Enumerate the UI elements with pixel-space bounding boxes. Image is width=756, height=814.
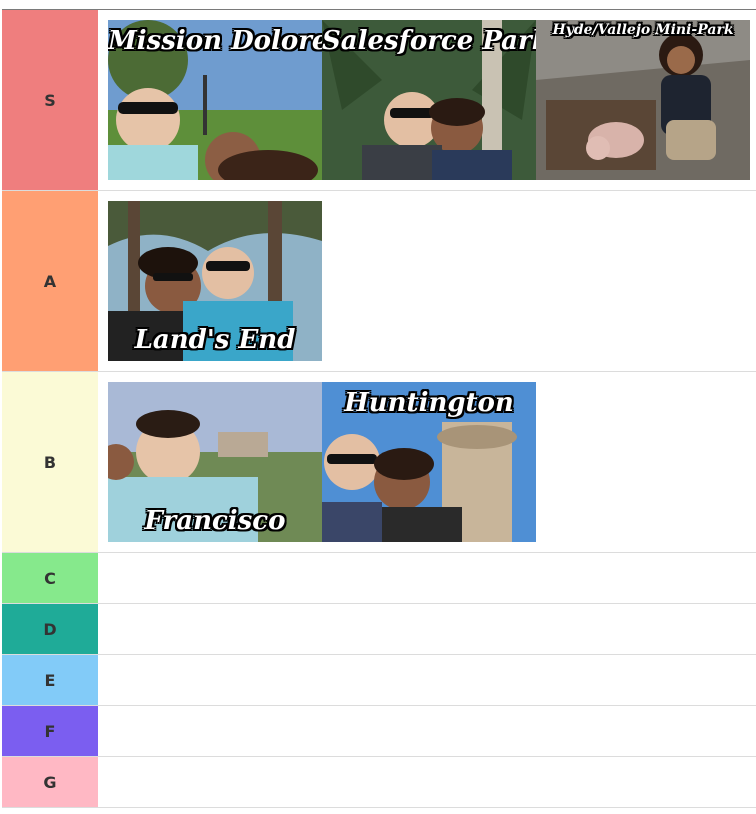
- tier-label-g[interactable]: G: [2, 757, 108, 807]
- tier-label-b[interactable]: B: [2, 372, 108, 552]
- tier-item-caption: Hyde/Vallejo Mini-Park: [552, 22, 734, 38]
- tier-row-g: G: [2, 757, 756, 808]
- tier-label-text: E: [44, 670, 56, 690]
- tier-items-e[interactable]: [108, 655, 756, 705]
- tier-label-text: B: [43, 452, 57, 472]
- tier-item-caption: Mission Dolores: [108, 26, 322, 56]
- tier-item-caption: Salesforce Park: [322, 26, 536, 56]
- tier-item-hyde-vallejo-mini-park[interactable]: Hyde/Vallejo Mini-Park: [536, 20, 750, 180]
- tier-item-mission-dolores[interactable]: Mission Dolores: [108, 20, 322, 180]
- tier-label-a[interactable]: A: [2, 191, 108, 371]
- tier-list: S Mission Dolores Salesforce Park Hyde/V…: [2, 9, 756, 808]
- tier-items-c[interactable]: [108, 553, 756, 603]
- tier-label-text: C: [44, 568, 56, 588]
- tier-row-s: S Mission Dolores Salesforce Park Hyde/V…: [2, 10, 756, 191]
- tier-items-f[interactable]: [108, 706, 756, 756]
- tier-items-g[interactable]: [108, 757, 756, 807]
- tier-label-text: S: [44, 90, 56, 110]
- tier-row-a: A Land's End: [2, 191, 756, 372]
- tier-item-francisco[interactable]: Francisco: [108, 382, 322, 542]
- tier-items-d[interactable]: [108, 604, 756, 654]
- tier-label-f[interactable]: F: [2, 706, 108, 756]
- tier-row-e: E: [2, 655, 756, 706]
- tier-label-d[interactable]: D: [2, 604, 108, 654]
- tier-item-huntington[interactable]: Huntington: [322, 382, 536, 542]
- tier-item-lands-end[interactable]: Land's End: [108, 201, 322, 361]
- tier-items-b[interactable]: Francisco Huntington: [108, 372, 756, 552]
- tier-label-e[interactable]: E: [2, 655, 108, 705]
- tier-items-a[interactable]: Land's End: [108, 191, 756, 371]
- tier-row-b: B Francisco Huntington: [2, 372, 756, 553]
- tier-label-text: A: [43, 271, 57, 291]
- tier-items-s[interactable]: Mission Dolores Salesforce Park Hyde/Val…: [108, 10, 756, 190]
- tier-label-s[interactable]: S: [2, 10, 108, 190]
- tier-row-d: D: [2, 604, 756, 655]
- tier-label-c[interactable]: C: [2, 553, 108, 603]
- tier-item-caption: Land's End: [134, 325, 296, 355]
- photo-woman-pig-statue-icon: [536, 20, 750, 180]
- tier-label-text: D: [43, 619, 57, 639]
- tier-item-caption: Francisco: [144, 506, 286, 536]
- tier-item-caption: Huntington: [344, 388, 514, 418]
- tier-label-text: F: [44, 721, 56, 741]
- tier-item-salesforce-park[interactable]: Salesforce Park: [322, 20, 536, 180]
- tier-label-text: G: [43, 772, 57, 792]
- tier-row-f: F: [2, 706, 756, 757]
- tier-row-c: C: [2, 553, 756, 604]
